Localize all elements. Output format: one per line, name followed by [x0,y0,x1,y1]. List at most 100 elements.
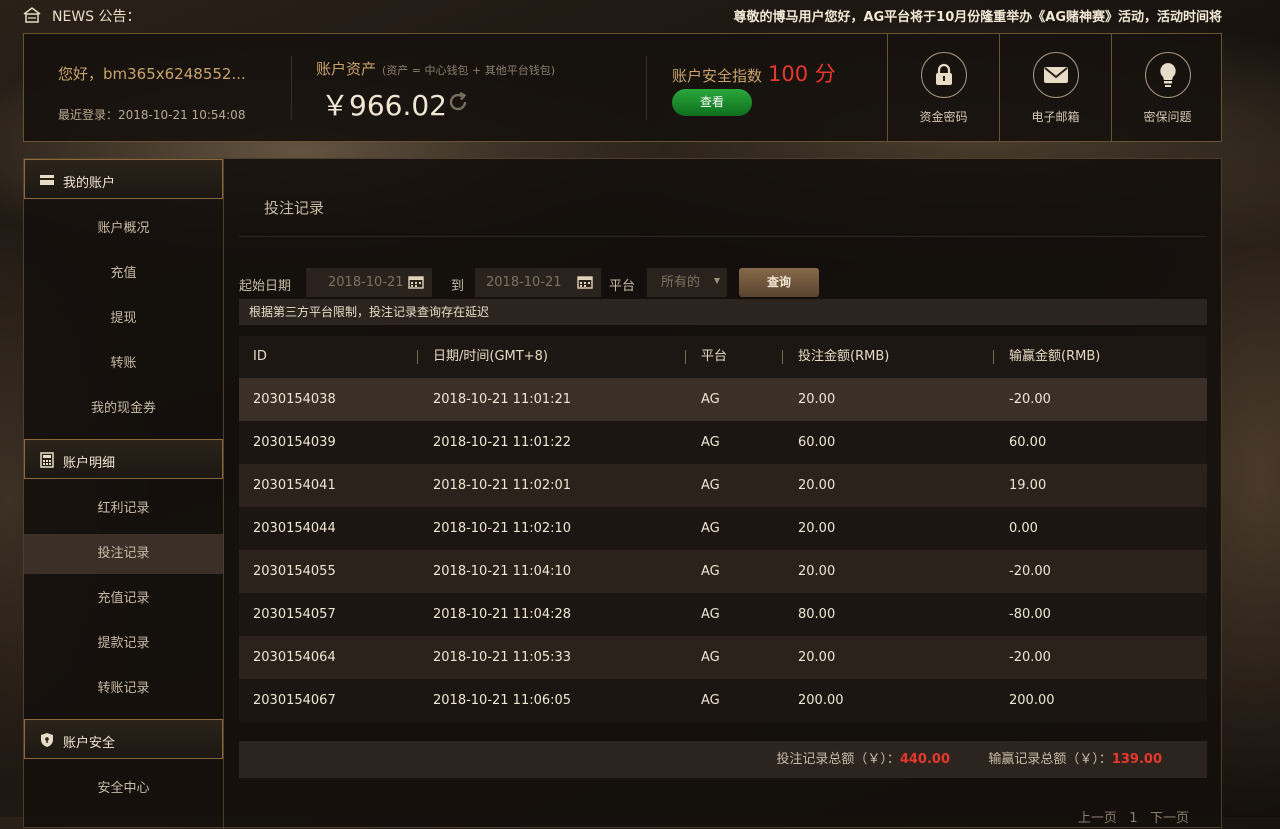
last-login: 最近登录：2018-10-21 10:54:08 [58,108,246,122]
sidebar-item-security-center[interactable]: 安全中心 [24,769,223,809]
win-total-value: 139.00 [1111,752,1162,767]
tile-label: 密保问题 [1143,110,1192,124]
cell-win-loss: 60.00 [1009,435,1047,450]
bulb-icon [1144,52,1191,98]
calendar-icon[interactable] [408,275,424,289]
table-row[interactable]: 2030154039 2018-10-21 11:01:22 AG 60.00 60.0… [239,421,1207,464]
chevron-down-icon [714,278,720,284]
user-greeting: 您好，bm365x6248552... [58,65,246,83]
sidebar-item-withdraw-records[interactable]: 提款记录 [24,624,223,664]
sidebar-item-vouchers[interactable]: 我的现金券 [24,389,223,429]
cell-id: 2030154041 [253,478,336,493]
cell-win-loss: -80.00 [1009,607,1051,622]
sidebar-section-title: 账户安全 [63,736,116,751]
assets-formula: (资产 = 中心钱包 + 其他平台钱包) [382,64,556,77]
table-row[interactable]: 2030154064 2018-10-21 11:05:33 AG 20.00 -20.… [239,636,1207,679]
start-date-value: 2018-10-21 [328,275,404,290]
email-tile[interactable]: 电子邮箱 [999,34,1111,141]
cell-platform: AG [701,564,720,579]
cell-id: 2030154067 [253,693,336,708]
sidebar-item-withdraw[interactable]: 提现 [24,299,223,339]
divider [417,350,418,364]
news-marquee[interactable]: 尊敬的博马用户您好，AG平台将于10月份隆重举办《AG赌神赛》活动，活动时间将 [733,6,1222,25]
cell-bet-amount: 20.00 [798,478,836,493]
shield-icon [41,733,53,747]
start-date-input[interactable]: 2018-10-21 [306,268,432,297]
sidebar-item-bonus-records[interactable]: 红利记录 [24,489,223,529]
sidebar-item-transfer-records[interactable]: 转账记录 [24,669,223,709]
table-row[interactable]: 2030154041 2018-10-21 11:02:01 AG 20.00 19.0… [239,464,1207,507]
bet-records-content: 投注记录 起始日期 2018-10-21 到 2018-10-21 平台 所有的… [239,159,1209,829]
cell-datetime: 2018-10-21 11:05:33 [433,650,572,665]
query-button[interactable]: 查询 [739,268,819,297]
cell-id: 2030154038 [253,392,336,407]
table-row[interactable]: 2030154057 2018-10-21 11:04:28 AG 80.00 -80.… [239,593,1207,636]
end-date-value: 2018-10-21 [486,275,562,290]
cell-id: 2030154064 [253,650,336,665]
cell-win-loss: 200.00 [1009,693,1055,708]
cell-win-loss: -20.00 [1009,564,1051,579]
fund-password-tile[interactable]: 资金密码 [887,34,999,141]
sidebar-item-overview[interactable]: 账户概况 [24,209,223,249]
sidebar-section-account-security[interactable]: 账户安全 [24,719,223,759]
cell-id: 2030154055 [253,564,336,579]
current-page[interactable]: 1 [1129,811,1137,826]
cell-platform: AG [701,478,720,493]
table-row[interactable]: 2030154044 2018-10-21 11:02:10 AG 20.00 0.00 [239,507,1207,550]
win-total: 输赢记录总额（￥）：139.00 [988,741,1162,778]
cell-platform: AG [701,607,720,622]
delay-notice-text: 根据第三方平台限制，投注记录查询存在延迟 [249,305,490,319]
bet-total-label: 投注记录总额（￥）： [776,752,900,767]
sidebar-section-account-details[interactable]: 账户明细 [24,439,223,479]
sidebar-section-title: 账户明细 [63,456,116,471]
prev-page-link[interactable]: 上一页 [1078,811,1117,826]
refresh-icon[interactable] [446,90,470,114]
calendar-icon[interactable] [577,275,593,289]
mail-icon [1032,52,1079,98]
security-score: 100 分 [768,62,836,86]
cell-platform: AG [701,521,720,536]
account-header: 您好，bm365x6248552... 最近登录：2018-10-21 10:5… [23,33,1222,142]
cell-datetime: 2018-10-21 11:04:28 [433,607,572,622]
tile-label: 资金密码 [919,110,968,124]
sidebar-item-bet-records[interactable]: 投注记录 [24,534,223,574]
balance-amount: ￥966.02 [321,89,447,122]
cell-platform: AG [701,693,720,708]
column-header-platform: 平台 [701,349,728,364]
divider [993,350,994,364]
table-row[interactable]: 2030154067 2018-10-21 11:06:05 AG 200.00 200… [239,679,1207,722]
table-header: ID 日期/时间(GMT+8) 平台 投注金额(RMB) 输赢金额(RMB) [239,336,1207,378]
assets-title: 账户资产 (资产 = 中心钱包 + 其他平台钱包) [316,58,555,79]
platform-select[interactable]: 所有的 [647,268,727,297]
home-icon [23,7,41,23]
column-header-datetime: 日期/时间(GMT+8) [433,349,548,364]
assets-title-label: 账户资产 [316,60,377,78]
sidebar-item-deposit[interactable]: 充值 [24,254,223,294]
divider [291,56,292,120]
cell-datetime: 2018-10-21 11:01:21 [433,392,572,407]
cell-platform: AG [701,650,720,665]
cell-win-loss: 0.00 [1009,521,1038,536]
win-total-label: 输赢记录总额（￥）： [988,752,1112,767]
cell-datetime: 2018-10-21 11:02:01 [433,478,572,493]
sidebar-item-transfer[interactable]: 转账 [24,344,223,384]
table-row[interactable]: 2030154055 2018-10-21 11:04:10 AG 20.00 -20.… [239,550,1207,593]
table-row[interactable]: 2030154038 2018-10-21 11:01:21 AG 20.00 -20.… [239,378,1207,421]
calculator-icon [40,452,54,468]
cell-bet-amount: 20.00 [798,521,836,536]
security-question-tile[interactable]: 密保问题 [1111,34,1223,141]
security-index: 账户安全指数 100 分 [672,58,836,88]
sidebar-section-my-account[interactable]: 我的账户 [24,159,223,199]
divider [239,236,1207,237]
divider [685,350,686,364]
start-date-label: 起始日期 [239,279,292,294]
cell-bet-amount: 20.00 [798,650,836,665]
sidebar-item-deposit-records[interactable]: 充值记录 [24,579,223,619]
totals-bar: 投注记录总额（￥）：440.00 输赢记录总额（￥）：139.00 [239,741,1207,778]
next-page-link[interactable]: 下一页 [1150,811,1189,826]
cell-bet-amount: 20.00 [798,392,836,407]
column-header-id: ID [253,349,267,364]
end-date-input[interactable]: 2018-10-21 [475,268,601,297]
cell-id: 2030154057 [253,607,336,622]
view-security-button[interactable]: 查看 [672,89,752,116]
